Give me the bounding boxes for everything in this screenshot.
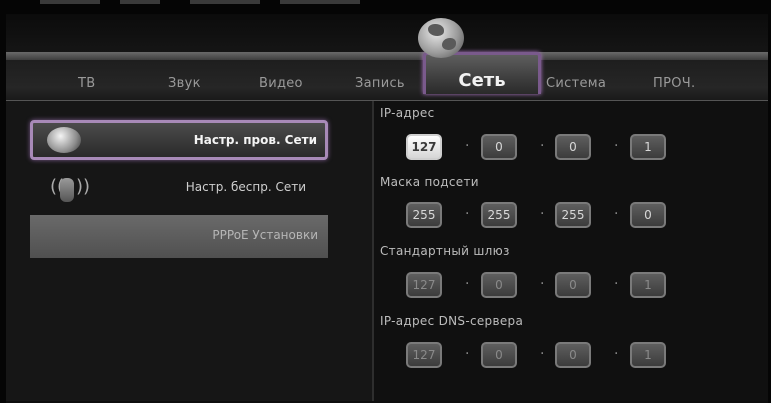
gateway-octet-4[interactable]: 1 (630, 272, 666, 298)
dns-octet-2[interactable]: 0 (481, 342, 517, 368)
tab-video[interactable]: Видео (259, 76, 303, 91)
sidebar-item-pppoe[interactable]: PPPoE Установки (30, 215, 328, 258)
sidebar-item-label: Настр. пров. Сети (193, 133, 317, 147)
gateway-octet-3[interactable]: 0 (555, 272, 591, 298)
tab-tv[interactable]: ТВ (78, 76, 95, 91)
header-band (6, 14, 768, 52)
dns-server-label: IP-адрес DNS-сервера (380, 314, 524, 328)
mask-octet-2[interactable]: 255 (481, 202, 517, 228)
tab-system[interactable]: Система (546, 76, 606, 91)
dns-octet-1[interactable]: 127 (406, 342, 442, 368)
dns-octet-3[interactable]: 0 (555, 342, 591, 368)
sidebar-item-label: PPPoE Установки (212, 228, 318, 242)
mask-octet-1[interactable]: 255 (406, 202, 442, 228)
ip-octet-1[interactable]: 127 (406, 134, 442, 160)
header-stripe (6, 52, 768, 60)
subnet-mask-label: Маска подсети (380, 175, 479, 189)
mask-octet-4[interactable]: 0 (630, 202, 666, 228)
tab-sound[interactable]: Звук (168, 76, 201, 91)
tab-other[interactable]: ПРОЧ. (653, 76, 695, 91)
ip-address-label: IP-адрес (380, 106, 435, 120)
globe-icon (418, 18, 464, 58)
ip-octet-2[interactable]: 0 (481, 134, 517, 160)
wireless-antenna-icon: (( )) (50, 172, 90, 202)
dns-octet-4[interactable]: 1 (630, 342, 666, 368)
gateway-octet-2[interactable]: 0 (481, 272, 517, 298)
mask-octet-3[interactable]: 255 (555, 202, 591, 228)
settings-screen: ТВ Звук Видео Запись Сеть Система ПРОЧ. … (0, 0, 771, 403)
sidebar-item-wireless-network[interactable]: (( )) Настр. беспр. Сети (30, 170, 328, 204)
gateway-octet-1[interactable]: 127 (406, 272, 442, 298)
sidebar-item-label: Настр. беспр. Сети (185, 180, 306, 194)
top-strip (0, 0, 771, 14)
sidebar-item-wired-network[interactable]: Настр. пров. Сети (30, 120, 328, 160)
ip-octet-4[interactable]: 1 (630, 134, 666, 160)
ip-octet-3[interactable]: 0 (555, 134, 591, 160)
tab-record[interactable]: Запись (355, 76, 405, 91)
wired-network-globe-icon (47, 127, 81, 153)
default-gateway-label: Стандартный шлюз (380, 244, 510, 258)
tab-network[interactable]: Сеть (423, 70, 541, 91)
